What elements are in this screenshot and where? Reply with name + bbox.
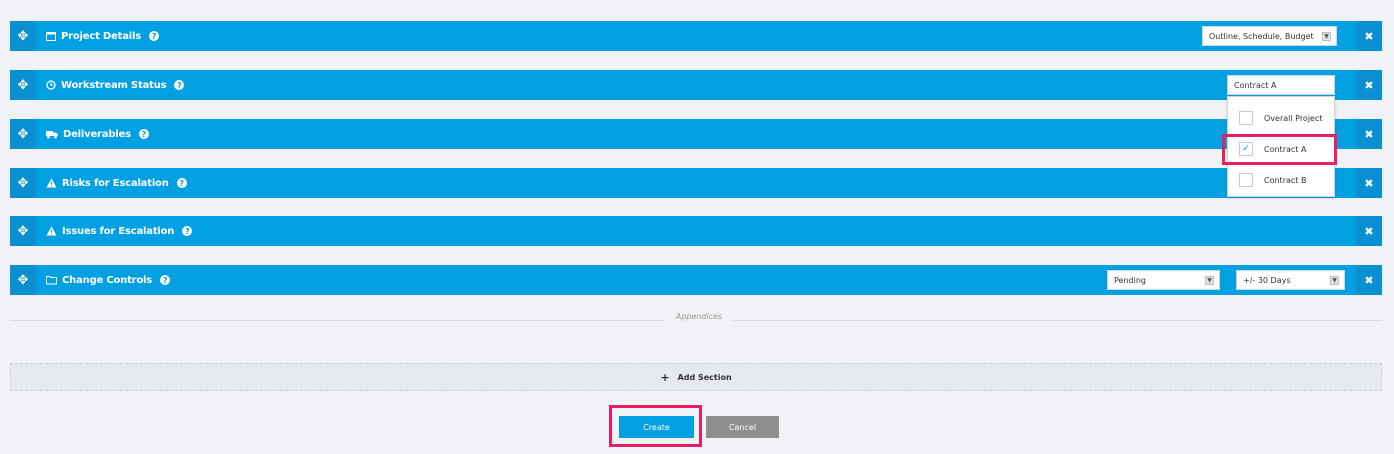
close-icon[interactable]: ✖ (1356, 265, 1382, 295)
check-icon[interactable]: ✓ (1239, 142, 1253, 156)
dropdown-option-contract-b[interactable]: Contract B (1228, 165, 1334, 195)
drag-handle-icon[interactable]: ✥ (10, 70, 36, 100)
dropdown-option-contract-a[interactable]: ✓ Contract A (1228, 134, 1334, 164)
close-icon[interactable]: ✖ (1356, 119, 1382, 149)
contract-select[interactable]: Contract A (1227, 75, 1335, 95)
select-value: Outline, Schedule, Budget (1209, 31, 1314, 41)
sections-select[interactable]: Outline, Schedule, Budget ▼ (1202, 26, 1337, 46)
warning-icon (46, 178, 57, 188)
chevron-down-icon: ▼ (1330, 276, 1339, 285)
section-title-label: Change Controls (62, 274, 153, 286)
help-icon[interactable]: ? (160, 275, 171, 285)
section-title-label: Risks for Escalation (62, 177, 169, 189)
section-deliverables: ✥ Deliverables ? ✖ (10, 119, 1382, 149)
checkbox[interactable] (1239, 173, 1253, 187)
close-icon[interactable]: ✖ (1356, 21, 1382, 51)
section-risks-for-escalation: ✥ Risks for Escalation ? ✖ (10, 168, 1382, 198)
section-title: Project Details ? (46, 21, 159, 51)
select-value: Pending (1114, 275, 1146, 285)
plus-icon: + (660, 370, 670, 384)
add-section-button[interactable]: + Add Section (10, 363, 1382, 391)
truck-icon (46, 129, 58, 139)
chevron-down-icon: ▼ (1322, 32, 1331, 41)
section-title-label: Workstream Status (61, 79, 167, 91)
dropdown-option-overall-project[interactable]: Overall Project (1228, 103, 1334, 133)
drag-handle-icon[interactable]: ✥ (10, 265, 36, 295)
appendices-label: Appendices (665, 312, 733, 321)
section-title: Change Controls ? (46, 265, 171, 295)
chevron-down-icon: ▼ (1205, 276, 1214, 285)
help-icon[interactable]: ? (176, 178, 187, 188)
select-value: +/- 30 Days (1243, 275, 1291, 285)
folder-icon (46, 275, 57, 285)
close-icon[interactable]: ✖ (1356, 216, 1382, 246)
help-icon[interactable]: ? (174, 80, 185, 90)
create-button[interactable]: Create (619, 416, 694, 438)
range-select[interactable]: +/- 30 Days ▼ (1236, 270, 1345, 290)
cancel-button[interactable]: Cancel (706, 416, 779, 438)
warning-icon (46, 226, 57, 236)
status-select[interactable]: Pending ▼ (1107, 270, 1220, 290)
close-icon[interactable]: ✖ (1356, 168, 1382, 198)
section-change-controls: ✥ Change Controls ? Pending ▼ +/- 30 Day… (10, 265, 1382, 295)
drag-handle-icon[interactable]: ✥ (10, 119, 36, 149)
select-value: Contract A (1234, 80, 1277, 90)
section-title: Workstream Status ? (46, 70, 185, 100)
contract-dropdown: Overall Project ✓ Contract A Contract B (1227, 96, 1335, 197)
section-workstream-status: ✥ Workstream Status ? Contract A ✖ (10, 70, 1382, 100)
section-title: Risks for Escalation ? (46, 168, 187, 198)
help-icon[interactable]: ? (148, 31, 159, 41)
section-title-label: Deliverables (63, 128, 131, 140)
help-icon[interactable]: ? (182, 226, 193, 236)
checkbox[interactable] (1239, 111, 1253, 125)
section-title: Issues for Escalation ? (46, 216, 193, 246)
close-icon[interactable]: ✖ (1356, 70, 1382, 100)
section-title-label: Project Details (61, 30, 141, 42)
drag-handle-icon[interactable]: ✥ (10, 21, 36, 51)
drag-handle-icon[interactable]: ✥ (10, 168, 36, 198)
option-label: Overall Project (1264, 113, 1323, 123)
clock-icon (46, 80, 56, 90)
section-project-details: ✥ Project Details ? Outline, Schedule, B… (10, 21, 1382, 51)
help-icon[interactable]: ? (138, 129, 149, 139)
option-label: Contract A (1264, 144, 1307, 154)
option-label: Contract B (1264, 175, 1307, 185)
add-section-label: Add Section (677, 372, 732, 382)
section-title-label: Issues for Escalation (62, 225, 175, 237)
section-issues-for-escalation: ✥ Issues for Escalation ? ✖ (10, 216, 1382, 246)
calendar-icon (46, 31, 56, 41)
drag-handle-icon[interactable]: ✥ (10, 216, 36, 246)
section-title: Deliverables ? (46, 119, 149, 149)
